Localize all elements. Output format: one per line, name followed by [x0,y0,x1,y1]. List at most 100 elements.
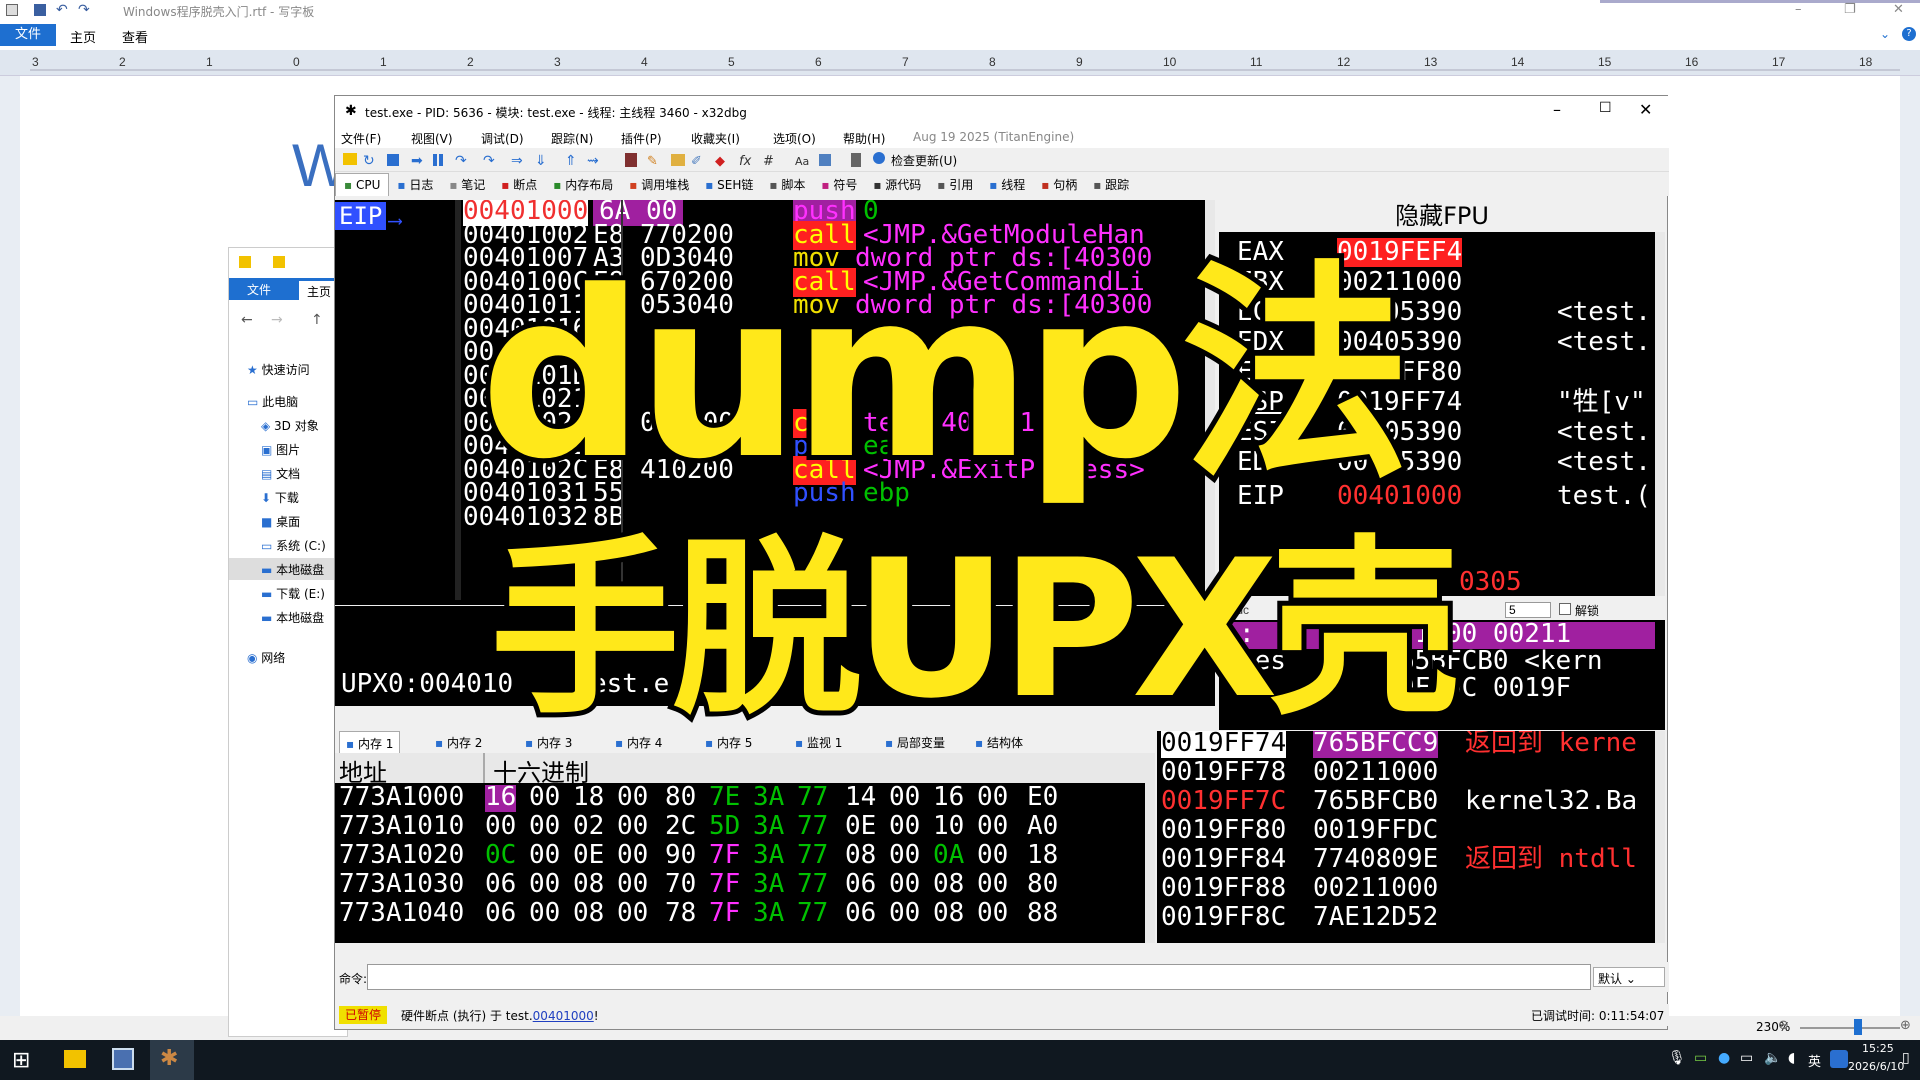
dump-byte: 00 [889,811,921,841]
nav-item[interactable]: ■ 桌面 [229,510,349,532]
tab-9[interactable]: ▪ 源代码 [865,172,929,197]
menu-item[interactable]: 收藏夹(I) [691,130,740,147]
nav-item[interactable]: ▤ 文档 [229,462,349,484]
stack-row[interactable]: 0019FF8C 7AE12D52 [1157,903,1655,932]
stack-row[interactable]: 0019FF84 7740809E 返回到 ntdll [1157,845,1655,876]
tab-view[interactable]: 查看 [122,27,148,46]
windows-start-icon[interactable]: ⊞ [12,1048,30,1073]
tab-10[interactable]: ▪ 引用 [929,172,981,197]
minimize-icon[interactable]: – [1553,100,1561,119]
tab-13[interactable]: ▪ 跟踪 [1085,172,1137,197]
redo-icon[interactable]: ↷ [78,2,90,18]
stack-row[interactable]: 0019FF7C 765BFCB0 kernel32.Ba [1157,787,1655,818]
nav-item[interactable]: ▭ 系统 (C:) [229,534,349,556]
stack-scrollbar[interactable] [1655,731,1665,943]
memory-dump[interactable]: 地址 十六进制 773A1000 16 00 18 00 80 7E 3A 77 14 00 16 00… [335,753,1155,943]
breakpoint-column[interactable] [455,200,461,600]
bluetooth-icon[interactable]: ● [1718,1050,1730,1066]
close-icon[interactable]: ✕ [1893,2,1904,17]
tab-0[interactable]: ▪ CPU [335,173,390,196]
zoom-out-icon[interactable]: ⊖ [1778,1018,1789,1033]
command-mode-select[interactable]: 默认 ⌄ [1593,967,1665,987]
stack-row[interactable]: 0019FF78 00211000 [1157,758,1655,789]
volume-icon[interactable]: 🔈 [1764,1050,1781,1066]
close-icon[interactable]: ✕ [1639,100,1652,119]
regs-scrollbar[interactable] [1655,232,1665,596]
tab-3[interactable]: ▪ 断点 [493,172,545,197]
menu-item[interactable]: 视图(V) [411,130,453,147]
unlock-checkbox[interactable] [1559,603,1571,615]
fpu-toggle[interactable]: 隐藏FPU [1219,200,1665,232]
menu-item[interactable]: 跟踪(N) [551,130,593,147]
nav-item[interactable]: ▬ 本地磁盘 [229,606,349,628]
ime-indicator[interactable]: 英 [1808,1051,1821,1070]
wordpad-taskbar-icon[interactable] [112,1048,134,1070]
tab-file[interactable]: 文件 [0,24,56,46]
menu-item[interactable]: 插件(P) [621,130,662,147]
back-icon[interactable]: ← [241,312,253,328]
stack-row[interactable]: 0019FF80 0019FFDC [1157,816,1655,847]
tab-7[interactable]: ▪ 脚本 [761,172,813,197]
help-icon-circle[interactable]: ? [1902,27,1916,41]
zoom-slider-thumb[interactable] [1854,1019,1862,1035]
nav-item[interactable]: ▣ 图片 [229,438,349,460]
notifications-icon[interactable]: ▯ [1902,1050,1910,1066]
tab-4[interactable]: ▪ 内存布局 [545,172,621,197]
minimize-icon[interactable]: – [1795,2,1802,17]
forward-icon[interactable]: → [271,312,283,328]
nav-item[interactable]: ◉ 网络 [229,646,349,668]
sound-icon[interactable]: ◖ [1788,1050,1795,1066]
arg-count-spinner[interactable]: 5 [1505,602,1551,618]
stack-view[interactable]: 0019FF74 765BFCC9 返回到 kerne 0019FF78 0021100… [1157,731,1665,943]
restore-icon[interactable]: ❐ [1844,2,1856,17]
help-icon[interactable]: ⌄ [1880,27,1890,41]
undo-icon[interactable]: ↶ [56,2,68,18]
ruler[interactable]: 3 2 1 0 1 2 3 4 5 6 7 8 9 10 11 12 13 14 15 16 17 18 [0,50,1920,76]
tab-2[interactable]: ▪ 笔记 [441,172,493,197]
toolbar-icons[interactable]: ↻ ➡ ↷ ↷ ⇒ ⇓ ⇑ ⇝ ✎ ✐ ◆ fx # Aa [335,148,895,172]
dump-row[interactable]: 773A1030 06 00 08 00 70 7F 3A 77 06 00 08 00 80 [335,870,1145,901]
file-explorer-taskbar-icon[interactable] [64,1050,86,1068]
notification-app-icon[interactable] [1830,1050,1848,1068]
up-icon[interactable]: ↑ [311,312,323,328]
command-input[interactable] [367,964,1591,990]
battery-icon[interactable]: ▭ [1694,1050,1707,1066]
dump-row[interactable]: 773A1040 06 00 08 00 78 7F 3A 77 06 00 08 00 88 [335,899,1145,930]
tab-8[interactable]: ▪ 符号 [813,172,865,197]
dump-row[interactable]: 773A1000 16 00 18 00 80 7E 3A 77 14 00 16 00 E0 [335,785,1145,814]
clock-time[interactable]: 15:25 [1862,1042,1894,1055]
dump-scrollbar[interactable] [1145,753,1155,943]
nav-item[interactable]: ★ 快速访问 [229,358,349,380]
status-link[interactable]: 00401000 [533,1009,594,1023]
tab-icon: ▪ [769,178,782,192]
nav-item[interactable]: ◈ 3D 对象 [229,414,349,436]
maximize-icon[interactable]: ☐ [1599,100,1612,116]
menu-item[interactable]: 选项(O) [773,130,816,147]
memory-tab[interactable]: ▪ 内存 2 [429,731,488,754]
check-update-button[interactable]: 检查更新(U) [891,152,957,169]
tab-11[interactable]: ▪ 线程 [981,172,1033,197]
tab-6[interactable]: ▪ SEH链 [697,172,761,197]
mic-icon[interactable]: 🎙 [1668,1050,1686,1066]
nav-item[interactable]: ▬ 下载 (E:) [229,582,349,604]
stack-row[interactable]: 0019FF88 00211000 [1157,874,1655,905]
zoom-slider[interactable] [1800,1027,1900,1029]
memory-tab[interactable]: ▪ 内存 1 [339,731,401,755]
zoom-in-icon[interactable]: ⊕ [1900,1018,1911,1033]
menu-item[interactable]: 调试(D) [481,130,524,147]
clock-date[interactable]: 2026/6/10 [1848,1060,1904,1073]
tab-home[interactable]: 主页 [70,27,96,46]
nav-item[interactable]: ⬇ 下载 [229,486,349,508]
menu-item[interactable]: 文件(F) [341,130,381,147]
dump-row[interactable]: 773A1020 0C 00 0E 00 90 7F 3A 77 08 00 0A 00 18 [335,841,1145,872]
save-icon[interactable] [34,4,46,16]
tab-12[interactable]: ▪ 句柄 [1033,172,1085,197]
nav-item[interactable]: ▬ 本地磁盘 [229,558,349,580]
nav-item[interactable]: ▭ 此电脑 [229,390,349,412]
explorer-tab-file[interactable]: 文件 [247,281,271,298]
tab-1[interactable]: ▪ 日志 [389,172,441,197]
network-icon[interactable]: ▭ [1740,1050,1753,1066]
menu-item[interactable]: 帮助(H) [843,130,885,147]
tab-5[interactable]: ▪ 调用堆栈 [621,172,697,197]
dump-row[interactable]: 773A1010 00 00 02 00 2C 5D 3A 77 0E 00 10 00 A0 [335,811,1145,843]
